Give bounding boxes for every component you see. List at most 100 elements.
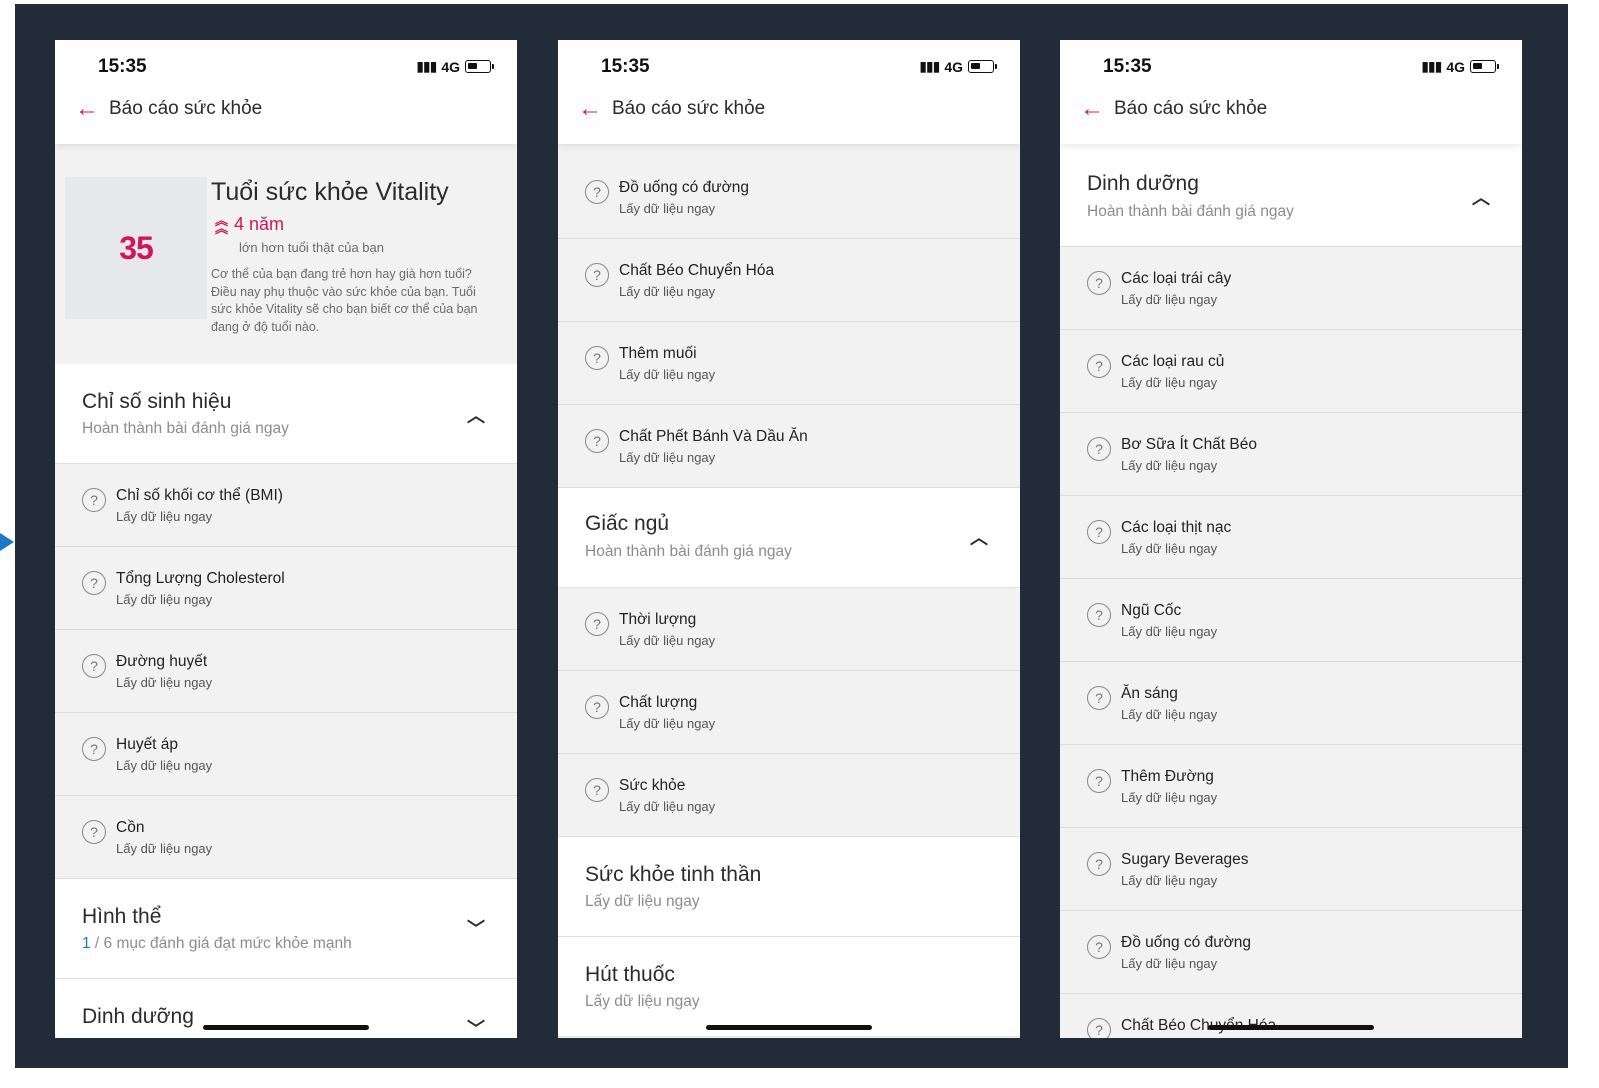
help-circle-icon[interactable]: ? bbox=[585, 346, 609, 370]
list-item-action[interactable]: Lấy dữ liệu ngay bbox=[1121, 541, 1217, 556]
chevron-down-icon[interactable]: ﹀ bbox=[467, 915, 485, 941]
back-arrow-icon[interactable]: ← bbox=[75, 97, 99, 121]
list-item[interactable]: ? Chỉ số khối cơ thể (BMI) Lấy dữ liệu nga… bbox=[55, 464, 517, 547]
list-item[interactable]: ?Chất Béo Chuyển HóaLấy dữ liệu ngay bbox=[558, 239, 1020, 322]
status-indicators: ▮▮▮ 4G bbox=[1421, 58, 1499, 75]
status-time: 15:35 bbox=[98, 56, 147, 77]
list-item[interactable]: ? Đường huyết Lấy dữ liệu ngay bbox=[55, 630, 517, 713]
vitality-age-title: Tuổi sức khỏe Vitality bbox=[211, 178, 449, 206]
list-item-action[interactable]: Lấy dữ liệu ngay bbox=[116, 592, 212, 607]
section-title: Giấc ngủ bbox=[585, 512, 670, 535]
help-circle-icon[interactable]: ? bbox=[1087, 852, 1111, 876]
help-circle-icon[interactable]: ? bbox=[1087, 354, 1111, 378]
help-circle-icon[interactable]: ? bbox=[1087, 686, 1111, 710]
back-arrow-icon[interactable]: ← bbox=[1080, 97, 1104, 121]
list-item-action[interactable]: Lấy dữ liệu ngay bbox=[116, 509, 212, 524]
help-circle-icon[interactable]: ? bbox=[1087, 437, 1111, 461]
list-item-action[interactable]: Lấy dữ liệu ngay bbox=[1121, 873, 1217, 888]
list-item-action[interactable]: Lấy dữ liệu ngay bbox=[619, 799, 715, 814]
help-circle-icon[interactable]: ? bbox=[82, 571, 106, 595]
help-circle-icon[interactable]: ? bbox=[1087, 935, 1111, 959]
list-item-action[interactable]: Lấy dữ liệu ngay bbox=[1121, 375, 1217, 390]
help-circle-icon[interactable]: ? bbox=[1087, 271, 1111, 295]
section-mental-health[interactable]: Sức khỏe tinh thần Lấy dữ liệu ngay bbox=[558, 837, 1020, 937]
chevron-down-icon[interactable]: ﹀ bbox=[467, 1015, 485, 1038]
list-item[interactable]: ? Sức khỏe Lấy dữ liệu ngay bbox=[558, 754, 1020, 837]
section-sleep[interactable]: Giấc ngủ Hoàn thành bài đánh giá ngay ︿ bbox=[558, 488, 1020, 588]
help-circle-icon[interactable]: ? bbox=[585, 612, 609, 636]
help-circle-icon[interactable]: ? bbox=[82, 820, 106, 844]
list-item[interactable]: ? Ăn sáng Lấy dữ liệu ngay bbox=[1060, 662, 1522, 745]
list-item[interactable]: ? Thời lượng Lấy dữ liệu ngay bbox=[558, 588, 1020, 671]
content-scroll[interactable]: 35 Tuổi sức khỏe Vitality ︽ ︽ 4 năm lớn h… bbox=[55, 144, 517, 1038]
help-circle-icon[interactable]: ? bbox=[585, 180, 609, 204]
list-item[interactable]: ? Đồ uống có đường Lấy dữ liệu ngay bbox=[558, 156, 1020, 239]
list-item-action[interactable]: Lấy dữ liệu ngay bbox=[1121, 292, 1217, 307]
list-item[interactable]: ? Các loại trái cây Lấy dữ liệu ngay bbox=[1060, 247, 1522, 330]
signal-icon: ▮▮▮ bbox=[1421, 58, 1442, 74]
list-item-action[interactable]: Lấy dữ liệu ngay bbox=[116, 675, 212, 690]
section-smoking[interactable]: Hút thuốc Lấy dữ liệu ngay bbox=[558, 937, 1020, 1037]
list-item-action[interactable]: Lấy dữ liệu ngay bbox=[116, 841, 212, 856]
help-circle-icon[interactable]: ? bbox=[1087, 603, 1111, 627]
network-label: 4G bbox=[1446, 58, 1465, 75]
list-item[interactable]: ? Thêm muối Lấy dữ liệu ngay bbox=[558, 322, 1020, 405]
help-circle-icon[interactable]: ? bbox=[1087, 769, 1111, 793]
list-item-action[interactable]: Lấy dữ liệu ngay bbox=[116, 758, 212, 773]
list-item-title: Các loại trái cây bbox=[1121, 270, 1232, 287]
list-item-action[interactable]: Lấy dữ liệu ngay bbox=[619, 716, 715, 731]
help-circle-icon[interactable]: ? bbox=[1087, 1018, 1111, 1038]
list-item[interactable]: ? Chất lượng Lấy dữ liệu ngay bbox=[558, 671, 1020, 754]
list-item-action[interactable]: Lấy dữ liệu ngay bbox=[1121, 707, 1217, 722]
section-title: Dinh dưỡng bbox=[82, 1005, 194, 1028]
help-circle-icon[interactable]: ? bbox=[82, 488, 106, 512]
battery-icon bbox=[1470, 60, 1499, 73]
list-item-title: Chất Phết Bánh Và Dầu Ăn bbox=[619, 428, 808, 445]
list-item[interactable]: ? Đồ uống có đường Lấy dữ liệu ngay bbox=[1060, 911, 1522, 994]
list-item-action[interactable]: Lấy dữ liệu ngay bbox=[619, 633, 715, 648]
section-physique[interactable]: Hình thể 1 / 6 mục đánh giá đạt mức khỏe… bbox=[55, 879, 517, 979]
battery-icon bbox=[968, 60, 997, 73]
help-circle-icon[interactable]: ? bbox=[82, 737, 106, 761]
list-item[interactable]: ? Thêm Đường Lấy dữ liệu ngay bbox=[1060, 745, 1522, 828]
list-item-action[interactable]: Lấy dữ liệu ngay bbox=[1121, 458, 1217, 473]
list-item-title: Chất lượng bbox=[619, 694, 698, 711]
section-title: Sức khỏe tinh thần bbox=[585, 863, 762, 886]
list-item[interactable]: ? Cồn Lấy dữ liệu ngay bbox=[55, 796, 517, 879]
list-item[interactable]: ? Bơ Sữa Ít Chất Béo Lấy dữ liệu ngay bbox=[1060, 413, 1522, 496]
chevron-up-icon[interactable]: ︿ bbox=[970, 524, 988, 550]
list-item[interactable]: ? Tổng Lượng Cholesterol Lấy dữ liệu ngay bbox=[55, 547, 517, 630]
help-circle-icon[interactable]: ? bbox=[1087, 520, 1111, 544]
status-time: 15:35 bbox=[601, 56, 650, 77]
help-circle-icon[interactable]: ? bbox=[585, 695, 609, 719]
section-vitals[interactable]: Chỉ số sinh hiệu Hoàn thành bài đánh giá… bbox=[55, 364, 517, 464]
signal-icon: ▮▮▮ bbox=[919, 58, 940, 74]
list-item[interactable]: ?Chất Béo Chuyển HóaLấy dữ liệu ngay bbox=[1060, 994, 1522, 1038]
list-item-action[interactable]: Lấy dữ liệu ngay bbox=[619, 450, 715, 465]
list-item[interactable]: ? Ngũ Cốc Lấy dữ liệu ngay bbox=[1060, 579, 1522, 662]
list-item-action[interactable]: Lấy dữ liệu ngay bbox=[619, 201, 715, 216]
help-circle-icon[interactable]: ? bbox=[82, 654, 106, 678]
content-scroll[interactable]: Dinh dưỡng Hoàn thành bài đánh giá ngay … bbox=[1060, 144, 1522, 1038]
list-item-action[interactable]: Lấy dữ liệu ngay bbox=[1121, 790, 1217, 805]
section-nutrition[interactable]: Dinh dưỡng Hoàn thành bài đánh giá ngay … bbox=[1060, 144, 1522, 247]
content-scroll[interactable]: ? Đồ uống có đường Lấy dữ liệu ngay? Chất B… bbox=[558, 156, 1020, 1037]
help-circle-icon[interactable]: ? bbox=[585, 429, 609, 453]
vitality-age-card: 35 Tuổi sức khỏe Vitality ︽ ︽ 4 năm lớn h… bbox=[55, 144, 517, 364]
back-arrow-icon[interactable]: ← bbox=[578, 97, 602, 121]
list-item[interactable]: ? Chất Phết Bánh Và Dầu Ăn Lấy dữ liệu nga… bbox=[558, 405, 1020, 488]
list-item-action[interactable]: Lấy dữ liệu ngay bbox=[1121, 956, 1217, 971]
chevron-up-icon[interactable]: ︿ bbox=[467, 402, 485, 428]
list-item[interactable]: ? Các loại thịt nạc Lấy dữ liệu ngay bbox=[1060, 496, 1522, 579]
chevron-up-icon[interactable]: ︿ bbox=[1472, 184, 1490, 210]
help-circle-icon[interactable]: ? bbox=[585, 263, 609, 287]
list-item-action[interactable]: Lấy dữ liệu ngay bbox=[619, 367, 715, 382]
list-item-action[interactable]: Lấy dữ liệu ngay bbox=[619, 284, 715, 299]
list-item[interactable]: ? Các loại rau củ Lấy dữ liệu ngay bbox=[1060, 330, 1522, 413]
list-item[interactable]: ? Huyết áp Lấy dữ liệu ngay bbox=[55, 713, 517, 796]
list-item-action[interactable]: Lấy dữ liệu ngay bbox=[1121, 624, 1217, 639]
list-item-title: Thời lượng bbox=[619, 611, 697, 628]
list-item-title: Đường huyết bbox=[116, 653, 208, 670]
help-circle-icon[interactable]: ? bbox=[585, 778, 609, 802]
list-item[interactable]: ? Sugary Beverages Lấy dữ liệu ngay bbox=[1060, 828, 1522, 911]
